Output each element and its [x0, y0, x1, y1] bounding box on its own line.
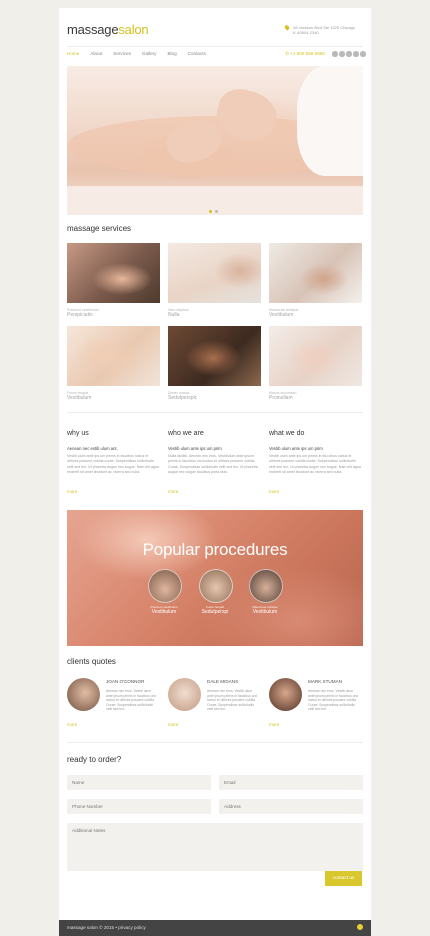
service-image-2[interactable] — [168, 243, 261, 303]
service-name-6[interactable]: Proinullam — [269, 395, 293, 401]
logo-text-salon: salon — [118, 22, 149, 37]
more-link-3[interactable]: more — [269, 489, 279, 494]
client-quote-2: Aenean nec eros. Vestib ulum ante ipsum … — [207, 689, 258, 712]
slider-dot-active[interactable] — [209, 210, 212, 213]
slider-dot[interactable] — [215, 210, 218, 213]
header-divider — [67, 46, 363, 47]
col-body-2: Nulla facilisi. Aenean nec eros. Vestibu… — [168, 454, 258, 475]
client-name-3: MARK STUMAN — [308, 679, 342, 684]
col-title-why-us: why us — [67, 430, 89, 437]
footer: massage salon © 2015 • privacy policy — [59, 920, 371, 936]
client-name-1: JOAN O'CONNOR — [106, 679, 145, 684]
procedures-banner: Popular procedures Praesent vestibulum V… — [67, 510, 363, 646]
nav-blog[interactable]: Blog — [167, 51, 176, 56]
more-link-2[interactable]: more — [168, 489, 178, 494]
scroll-top-icon[interactable] — [357, 924, 363, 930]
col-lead-2: Vestib ulum ante ips um prim — [168, 446, 222, 451]
more-link-1[interactable]: more — [67, 489, 77, 494]
nav-about[interactable]: About — [90, 51, 102, 56]
phone-number[interactable]: ✆ +1 800 559 6580 — [285, 51, 325, 57]
service-name-3[interactable]: Vestibulum — [269, 312, 293, 318]
client-quote-3: Aenean nec eros. Vestib ulum ante ipsum … — [308, 689, 359, 712]
main-nav: Home About Services Gallery Blog Contact… — [67, 51, 206, 56]
notes-textarea[interactable]: Additional Notes — [67, 823, 363, 871]
pinterest-icon[interactable] — [360, 51, 366, 57]
col-lead-3: Vestib ulum ante ips um prim — [269, 446, 323, 451]
nav-contacts[interactable]: Contacts — [188, 51, 206, 56]
address-field[interactable]: Address — [219, 799, 363, 814]
twitter-icon[interactable] — [339, 51, 345, 57]
procedures-title: Popular procedures — [142, 540, 288, 559]
quote-more-link-2[interactable]: more — [168, 722, 178, 727]
hero-slider-image — [67, 66, 363, 215]
google-plus-icon[interactable] — [346, 51, 352, 57]
client-photo-3 — [269, 678, 302, 711]
client-quote-1: Aenean nec eros. Vestib ulum ante ipsum … — [106, 689, 157, 712]
service-image-1[interactable] — [67, 243, 160, 303]
service-name-1[interactable]: Perspiciatis — [67, 312, 93, 318]
service-image-6[interactable] — [269, 326, 362, 386]
facebook-icon[interactable] — [332, 51, 338, 57]
procedure-image-2[interactable] — [199, 569, 233, 603]
phone-field[interactable]: Phone Number — [67, 799, 211, 814]
rss-icon[interactable] — [353, 51, 359, 57]
nav-gallery[interactable]: Gallery — [142, 51, 157, 56]
name-field[interactable]: Name — [67, 775, 211, 790]
contact-us-button[interactable]: contact us — [325, 871, 362, 886]
client-photo-1 — [67, 678, 100, 711]
service-image-4[interactable] — [67, 326, 160, 386]
address-line-2: IL 60604-2340 — [293, 30, 319, 35]
social-links — [332, 51, 366, 57]
hero-towel-shape — [297, 66, 363, 176]
service-name-2[interactable]: Nulla — [168, 312, 179, 318]
address: 28 Jackson Blvd Ste 1020 Chicago IL 6060… — [287, 25, 369, 35]
client-photo-2 — [168, 678, 201, 711]
slider-pagination — [209, 210, 218, 213]
quotes-title: clients quotes — [67, 657, 116, 666]
quote-more-link-3[interactable]: more — [269, 722, 279, 727]
logo-text-massage: massage — [67, 22, 119, 37]
col-title-who-we-are: who we are — [168, 430, 204, 437]
service-name-5[interactable]: Sedutperspic — [168, 395, 197, 401]
service-image-5[interactable] — [168, 326, 261, 386]
nav-services[interactable]: Services — [113, 51, 131, 56]
site-logo[interactable]: massagesalon — [67, 22, 149, 37]
col-lead-1: Aenean nec estib ulum ant. — [67, 446, 118, 451]
page-container: massagesalon 28 Jackson Blvd Ste 1020 Ch… — [59, 8, 371, 920]
divider — [67, 412, 363, 413]
service-name-4[interactable]: Vestibulum — [67, 395, 91, 401]
procedure-image-3[interactable] — [249, 569, 283, 603]
procedure-image-1[interactable] — [148, 569, 182, 603]
email-field[interactable]: Email — [219, 775, 363, 790]
procedure-name-3[interactable]: Vestibulum — [235, 609, 295, 615]
col-title-what-we-do: what we do — [269, 430, 305, 437]
col-body-3: Vestib ulum ante ips um primis in fau ci… — [269, 454, 361, 475]
phone-text: +1 800 559 6580 — [290, 51, 325, 56]
client-name-2: DALE MIDANS — [207, 679, 239, 684]
quote-more-link-1[interactable]: more — [67, 722, 77, 727]
service-image-3[interactable] — [269, 243, 362, 303]
services-title: massage services — [67, 224, 132, 233]
footer-text[interactable]: massage salon © 2015 • privacy policy — [67, 925, 146, 930]
divider — [67, 742, 363, 743]
col-body-1: Vestib ulum ante ips um primis in faucib… — [67, 454, 159, 475]
order-form-title: ready to order? — [67, 755, 122, 764]
nav-home[interactable]: Home — [67, 51, 79, 56]
